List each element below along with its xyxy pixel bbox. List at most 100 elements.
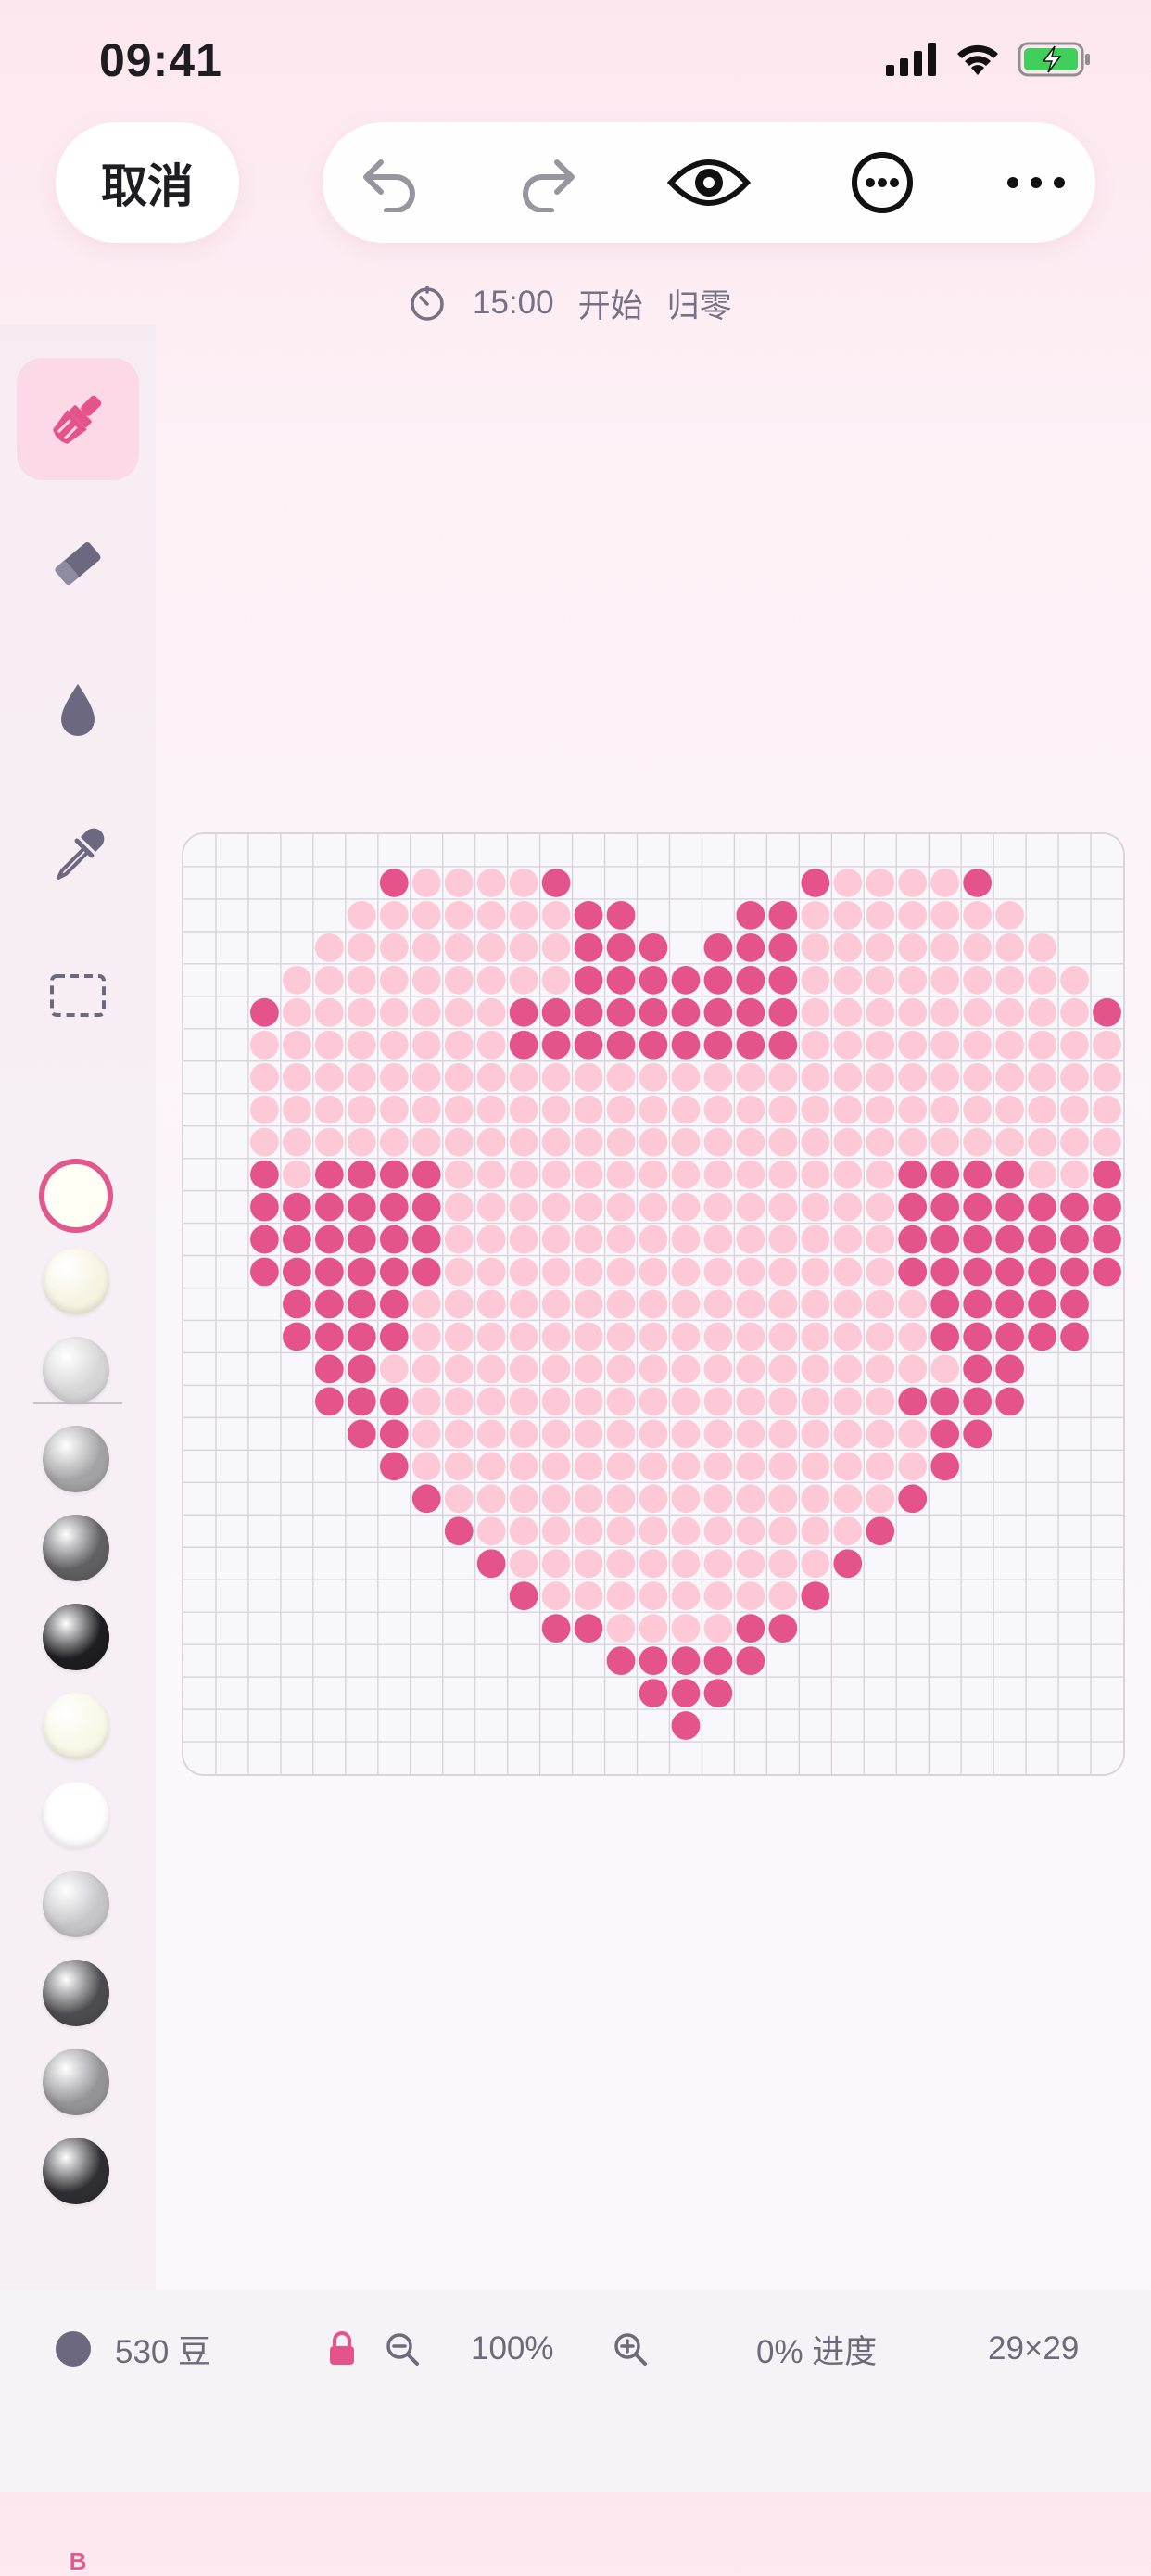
bead-light-pink[interactable] xyxy=(801,1549,830,1579)
bead-light-pink[interactable] xyxy=(866,1062,895,1092)
bead-light-pink[interactable] xyxy=(250,1030,279,1060)
bead-light-pink[interactable] xyxy=(963,901,993,930)
bead-light-pink[interactable] xyxy=(282,1160,311,1189)
bead-light-pink[interactable] xyxy=(541,1322,571,1351)
bead-light-pink[interactable] xyxy=(768,1225,798,1254)
bead-light-pink[interactable] xyxy=(606,1225,636,1254)
bead-light-pink[interactable] xyxy=(801,933,830,962)
palette-swatch[interactable] xyxy=(43,1871,109,1937)
bead-light-pink[interactable] xyxy=(347,1030,376,1060)
bead-light-pink[interactable] xyxy=(898,1354,928,1384)
bead-light-pink[interactable] xyxy=(639,1322,668,1351)
palette-swatch[interactable] xyxy=(43,1960,109,2026)
bead-dark-pink[interactable] xyxy=(347,1289,376,1319)
bead-light-pink[interactable] xyxy=(476,1289,506,1319)
bead-light-pink[interactable] xyxy=(476,933,506,962)
bead-light-pink[interactable] xyxy=(801,1387,830,1416)
bead-light-pink[interactable] xyxy=(866,997,895,1027)
bead-light-pink[interactable] xyxy=(866,1030,895,1060)
bead-dark-pink[interactable] xyxy=(898,1257,928,1287)
bead-dark-pink[interactable] xyxy=(963,1257,993,1287)
bead-light-pink[interactable] xyxy=(833,965,863,995)
bead-light-pink[interactable] xyxy=(509,1549,538,1579)
bead-dark-pink[interactable] xyxy=(314,1322,344,1351)
bead-light-pink[interactable] xyxy=(639,1062,668,1092)
bead-light-pink[interactable] xyxy=(1028,1095,1056,1124)
bead-light-pink[interactable] xyxy=(736,1581,765,1611)
bead-light-pink[interactable] xyxy=(379,1062,409,1092)
bead-light-pink[interactable] xyxy=(768,1516,798,1546)
bead-dark-pink[interactable] xyxy=(671,1679,701,1707)
bead-light-pink[interactable] xyxy=(833,1062,863,1092)
bead-dark-pink[interactable] xyxy=(411,1192,441,1222)
bead-light-pink[interactable] xyxy=(801,1160,830,1189)
bead-light-pink[interactable] xyxy=(606,1614,636,1643)
bead-light-pink[interactable] xyxy=(476,1192,506,1222)
bead-dark-pink[interactable] xyxy=(736,1030,765,1060)
bead-light-pink[interactable] xyxy=(801,1192,830,1222)
bead-light-pink[interactable] xyxy=(768,1549,798,1579)
bead-light-pink[interactable] xyxy=(1060,1095,1089,1124)
menu-button[interactable] xyxy=(999,146,1073,220)
bead-light-pink[interactable] xyxy=(444,869,474,897)
bead-light-pink[interactable] xyxy=(671,1484,701,1514)
bead-light-pink[interactable] xyxy=(1028,997,1056,1027)
bead-dark-pink[interactable] xyxy=(671,965,701,995)
bead-light-pink[interactable] xyxy=(703,1127,733,1157)
bead-light-pink[interactable] xyxy=(801,965,830,995)
bead-dark-pink[interactable] xyxy=(574,965,603,995)
bead-light-pink[interactable] xyxy=(768,1452,798,1481)
bead-light-pink[interactable] xyxy=(898,1452,928,1481)
bead-light-pink[interactable] xyxy=(768,1127,798,1157)
bead-light-pink[interactable] xyxy=(736,1257,765,1287)
bead-light-pink[interactable] xyxy=(801,1257,830,1287)
bead-light-pink[interactable] xyxy=(541,1516,571,1546)
bead-light-pink[interactable] xyxy=(703,1419,733,1449)
bead-light-pink[interactable] xyxy=(898,965,928,995)
bead-light-pink[interactable] xyxy=(574,1354,603,1384)
bead-light-pink[interactable] xyxy=(833,933,863,962)
bead-dark-pink[interactable] xyxy=(703,933,733,962)
bead-light-pink[interactable] xyxy=(671,1516,701,1546)
bead-dark-pink[interactable] xyxy=(314,1192,344,1222)
bead-light-pink[interactable] xyxy=(930,1095,960,1124)
bead-light-pink[interactable] xyxy=(671,1614,701,1643)
bead-light-pink[interactable] xyxy=(606,1160,636,1189)
bead-light-pink[interactable] xyxy=(282,1095,311,1124)
bead-light-pink[interactable] xyxy=(833,1387,863,1416)
bead-light-pink[interactable] xyxy=(379,933,409,962)
bead-dark-pink[interactable] xyxy=(898,1225,928,1254)
bead-dark-pink[interactable] xyxy=(314,1354,344,1384)
bead-light-pink[interactable] xyxy=(833,1419,863,1449)
bead-light-pink[interactable] xyxy=(703,1062,733,1092)
timer-reset-button[interactable]: 归零 xyxy=(667,280,732,327)
bead-light-pink[interactable] xyxy=(963,1095,993,1124)
bead-dark-pink[interactable] xyxy=(671,1030,701,1060)
bead-dark-pink[interactable] xyxy=(930,1160,960,1189)
bead-dark-pink[interactable] xyxy=(898,1192,928,1222)
bead-canvas[interactable] xyxy=(183,834,1123,1774)
bead-light-pink[interactable] xyxy=(833,1452,863,1481)
bead-light-pink[interactable] xyxy=(250,1095,279,1124)
bead-dark-pink[interactable] xyxy=(898,1484,928,1514)
bead-light-pink[interactable] xyxy=(444,1354,474,1384)
bead-dark-pink[interactable] xyxy=(736,933,765,962)
bead-light-pink[interactable] xyxy=(801,1322,830,1351)
bead-dark-pink[interactable] xyxy=(606,933,636,962)
bead-dark-pink[interactable] xyxy=(509,1581,538,1611)
bead-light-pink[interactable] xyxy=(703,1549,733,1579)
bead-light-pink[interactable] xyxy=(736,1452,765,1481)
bead-light-pink[interactable] xyxy=(639,1192,668,1222)
bead-light-pink[interactable] xyxy=(833,1484,863,1514)
bead-light-pink[interactable] xyxy=(768,1387,798,1416)
bead-light-pink[interactable] xyxy=(833,997,863,1027)
bead-light-pink[interactable] xyxy=(898,1289,928,1319)
more-circle-button[interactable] xyxy=(845,146,919,220)
bead-dark-pink[interactable] xyxy=(1060,1322,1089,1351)
bead-grid[interactable] xyxy=(183,834,1123,1774)
bead-light-pink[interactable] xyxy=(801,901,830,930)
bead-light-pink[interactable] xyxy=(476,1484,506,1514)
bead-dark-pink[interactable] xyxy=(282,1289,311,1319)
bead-light-pink[interactable] xyxy=(509,1322,538,1351)
bead-dark-pink[interactable] xyxy=(963,1354,993,1384)
